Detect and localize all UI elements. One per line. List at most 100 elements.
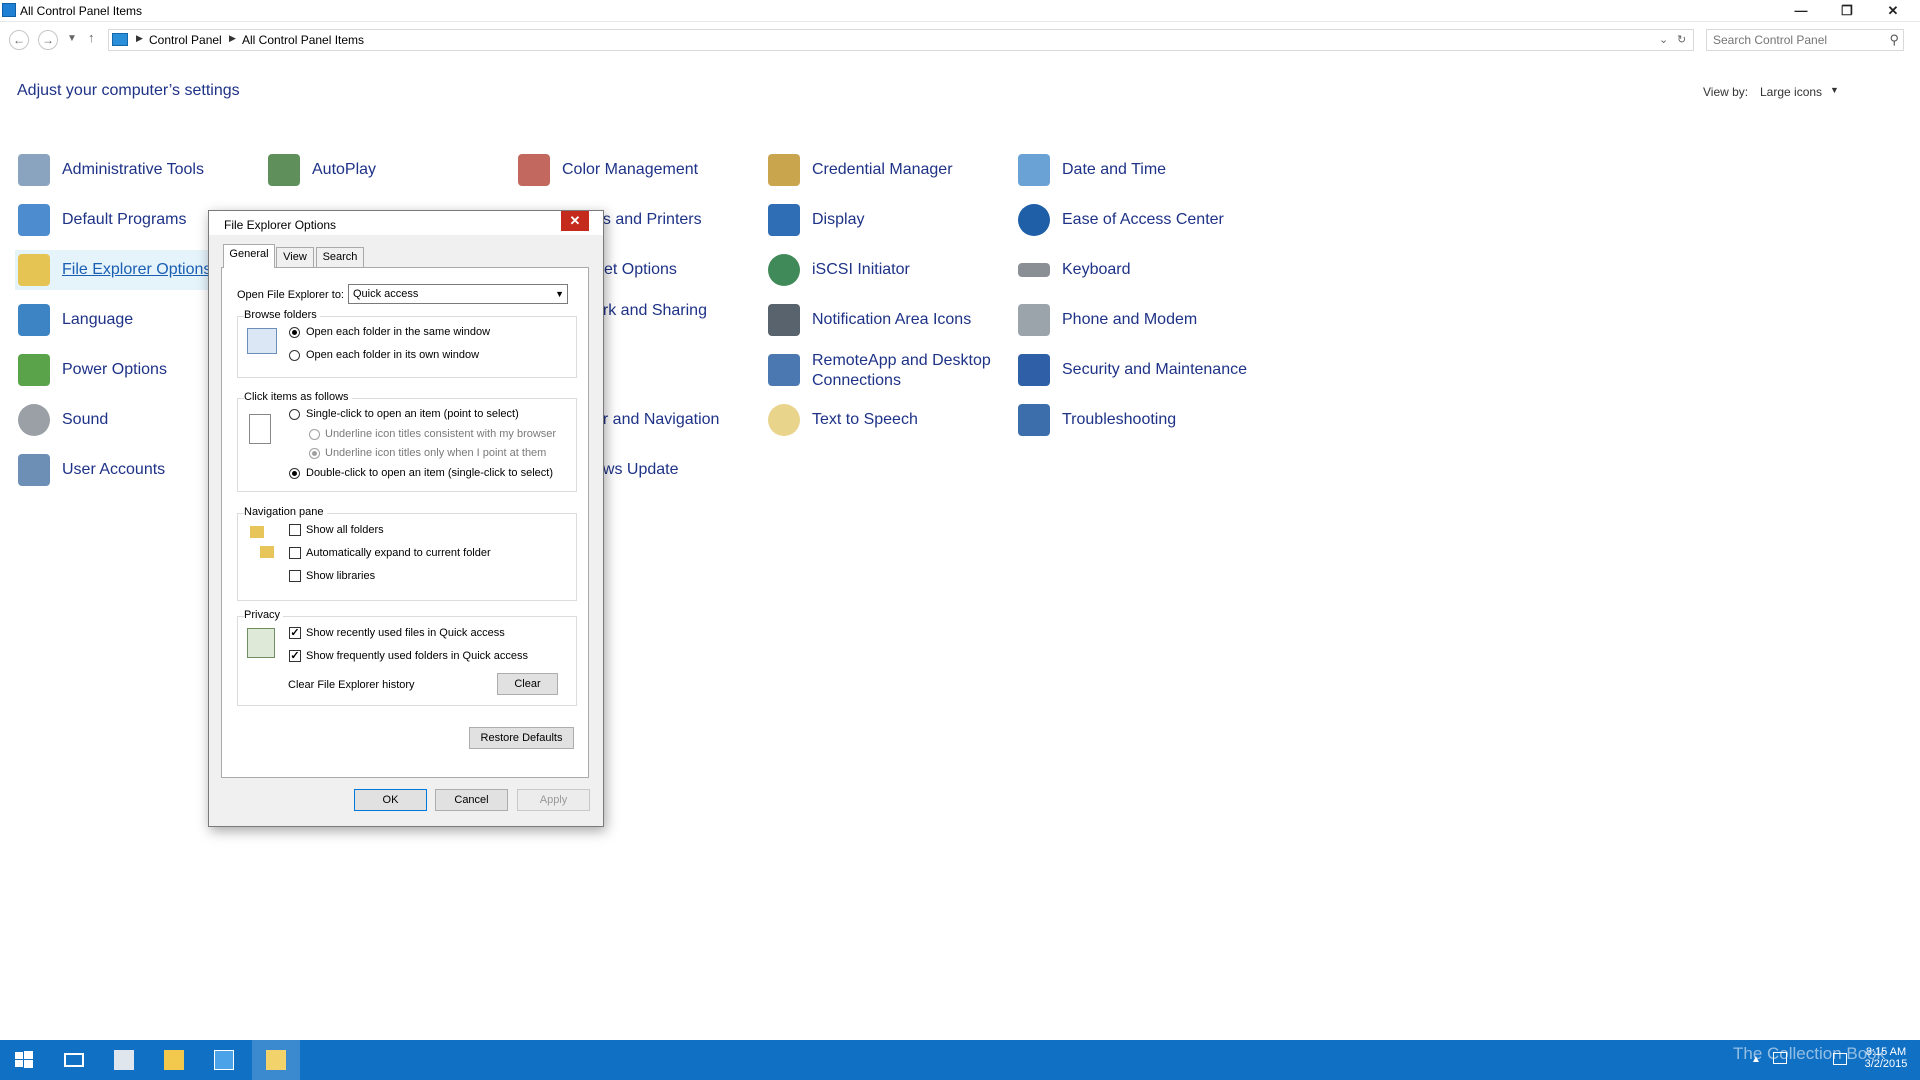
double-click-radio[interactable] (289, 468, 300, 479)
cp-item-text-to-speech[interactable]: Text to Speech (768, 400, 998, 440)
recent-files-label[interactable]: Show recently used files in Quick access (306, 627, 505, 639)
open-to-select[interactable]: Quick access ▼ (348, 284, 568, 304)
up-icon[interactable]: ↑ (88, 30, 95, 45)
tab-view[interactable]: View (276, 247, 314, 267)
search-input[interactable] (1713, 33, 1873, 47)
show-libraries-checkbox[interactable] (289, 570, 301, 582)
search-box[interactable]: ⚲ (1706, 29, 1904, 51)
single-click-label[interactable]: Single-click to open an item (point to s… (306, 408, 519, 420)
same-window-label[interactable]: Open each folder in the same window (306, 326, 490, 338)
cp-item-troubleshooting[interactable]: Troubleshooting (1018, 400, 1268, 440)
back-icon[interactable]: ← (9, 30, 29, 50)
cp-item-label[interactable]: RemoteApp and Desktop (812, 351, 991, 371)
cp-item-label[interactable]: Color Management (562, 160, 698, 180)
task-view-button[interactable] (50, 1040, 98, 1080)
show-libraries-label[interactable]: Show libraries (306, 570, 375, 582)
server-manager-button[interactable] (100, 1040, 148, 1080)
dialog-close-button[interactable]: ✕ (561, 211, 589, 231)
cp-item-label[interactable]: User Accounts (62, 460, 165, 480)
cp-item-keyboard[interactable]: Keyboard (1018, 250, 1268, 290)
restore-defaults-button[interactable]: Restore Defaults (469, 727, 574, 749)
cp-item-administrative-tools[interactable]: Administrative Tools (18, 150, 248, 190)
cp-item-credential-manager[interactable]: Credential Manager (768, 150, 998, 190)
breadcrumb-separator-icon[interactable]: ▶ (136, 33, 143, 44)
cp-item-label[interactable]: ork and Sharing (594, 301, 707, 321)
chevron-down-icon[interactable]: ▼ (1830, 85, 1839, 95)
cp-item-label[interactable]: File Explorer Options (62, 260, 211, 280)
cp-item-label[interactable]: Phone and Modem (1062, 310, 1197, 330)
show-hidden-icons-icon[interactable]: ▲ (1751, 1054, 1761, 1065)
own-window-label[interactable]: Open each folder in its own window (306, 349, 479, 361)
frequent-folders-checkbox[interactable]: ✓ (289, 650, 301, 662)
recent-files-checkbox[interactable]: ✓ (289, 627, 301, 639)
cp-item-label[interactable]: Date and Time (1062, 160, 1166, 180)
address-bar[interactable]: ▶ Control Panel ▶ All Control Panel Item… (108, 29, 1694, 51)
view-by-dropdown[interactable]: Large icons (1760, 85, 1822, 99)
recent-locations-icon[interactable]: ▼ (67, 33, 77, 44)
underline-browser-radio[interactable] (309, 429, 320, 440)
cp-item-label[interactable]: Sound (62, 410, 108, 430)
cp-item-taskbar-navigation[interactable]: ar and Navigation (594, 400, 744, 440)
file-explorer-button[interactable] (150, 1040, 198, 1080)
underline-point-label[interactable]: Underline icon titles only when I point … (325, 447, 546, 459)
show-all-folders-label[interactable]: Show all folders (306, 524, 384, 536)
action-center-icon[interactable] (1833, 1053, 1847, 1065)
cp-item-label[interactable]: ows Update (594, 460, 679, 480)
cp-item-security-maintenance[interactable]: Security and Maintenance (1018, 350, 1278, 390)
folder-options-taskbar-button[interactable] (252, 1040, 300, 1080)
start-button[interactable] (0, 1040, 48, 1080)
ok-button[interactable]: OK (354, 789, 427, 811)
cp-item-label[interactable]: Display (812, 210, 864, 230)
cp-item-label[interactable]: Power Options (62, 360, 167, 380)
cp-item-label[interactable]: es and Printers (594, 210, 702, 230)
clear-history-button[interactable]: Clear (497, 673, 558, 695)
cp-item-label[interactable]: Credential Manager (812, 160, 953, 180)
cp-item-devices-printers[interactable]: es and Printers (594, 200, 744, 240)
cp-item-label[interactable]: Text to Speech (812, 410, 918, 430)
cancel-button[interactable]: Cancel (435, 789, 508, 811)
breadcrumb-all-items[interactable]: All Control Panel Items (242, 33, 364, 47)
cp-item-date-time[interactable]: Date and Time (1018, 150, 1268, 190)
cp-item-autoplay[interactable]: AutoPlay (268, 150, 498, 190)
own-window-radio[interactable] (289, 350, 300, 361)
cp-item-label[interactable]: Connections (812, 371, 901, 391)
cp-item-label[interactable]: Notification Area Icons (812, 310, 971, 330)
restore-button[interactable]: ❐ (1824, 0, 1870, 22)
cp-item-windows-update[interactable]: ows Update (594, 450, 744, 490)
cp-item-file-explorer-options[interactable]: File Explorer Options (15, 250, 211, 290)
cp-item-label[interactable]: ar and Navigation (594, 410, 719, 430)
chevron-down-icon[interactable]: ▼ (555, 285, 564, 303)
cp-item-label[interactable]: iSCSI Initiator (812, 260, 910, 280)
show-all-folders-checkbox[interactable] (289, 524, 301, 536)
cp-item-iscsi-initiator[interactable]: iSCSI Initiator (768, 250, 998, 290)
close-button[interactable]: ✕ (1870, 0, 1916, 22)
auto-expand-checkbox[interactable] (289, 547, 301, 559)
network-icon[interactable] (1773, 1052, 1787, 1064)
same-window-radio[interactable] (289, 327, 300, 338)
cp-item-label[interactable]: AutoPlay (312, 160, 376, 180)
minimize-button[interactable]: — (1778, 0, 1824, 22)
frequent-folders-label[interactable]: Show frequently used folders in Quick ac… (306, 650, 528, 662)
auto-expand-label[interactable]: Automatically expand to current folder (306, 547, 491, 559)
double-click-label[interactable]: Double-click to open an item (single-cli… (306, 467, 553, 479)
search-icon[interactable]: ⚲ (1889, 32, 1899, 48)
cp-item-notification-area-icons[interactable]: Notification Area Icons (768, 300, 998, 340)
control-panel-taskbar-button[interactable] (200, 1040, 248, 1080)
cp-item-label[interactable]: et Options (604, 260, 677, 280)
cp-item-network-sharing[interactable]: ork and Sharing (594, 291, 744, 343)
cp-item-label[interactable]: Ease of Access Center (1062, 210, 1224, 230)
clock[interactable]: 8:15 AM 3/2/2015 (1858, 1046, 1914, 1070)
refresh-icon[interactable]: ↻ (1677, 33, 1686, 46)
cp-item-label[interactable]: Troubleshooting (1062, 410, 1176, 430)
cp-item-display[interactable]: Display (768, 200, 998, 240)
underline-point-radio[interactable] (309, 448, 320, 459)
cp-item-label[interactable]: Administrative Tools (62, 160, 204, 180)
apply-button[interactable]: Apply (517, 789, 590, 811)
breadcrumb-separator-icon[interactable]: ▶ (229, 33, 236, 44)
breadcrumb-control-panel[interactable]: Control Panel (149, 33, 222, 47)
cp-item-label[interactable]: Keyboard (1062, 260, 1131, 280)
cp-item-label[interactable]: Language (62, 310, 133, 330)
single-click-radio[interactable] (289, 409, 300, 420)
cp-item-internet-options[interactable]: et Options (604, 250, 734, 290)
forward-icon[interactable]: → (38, 30, 58, 50)
